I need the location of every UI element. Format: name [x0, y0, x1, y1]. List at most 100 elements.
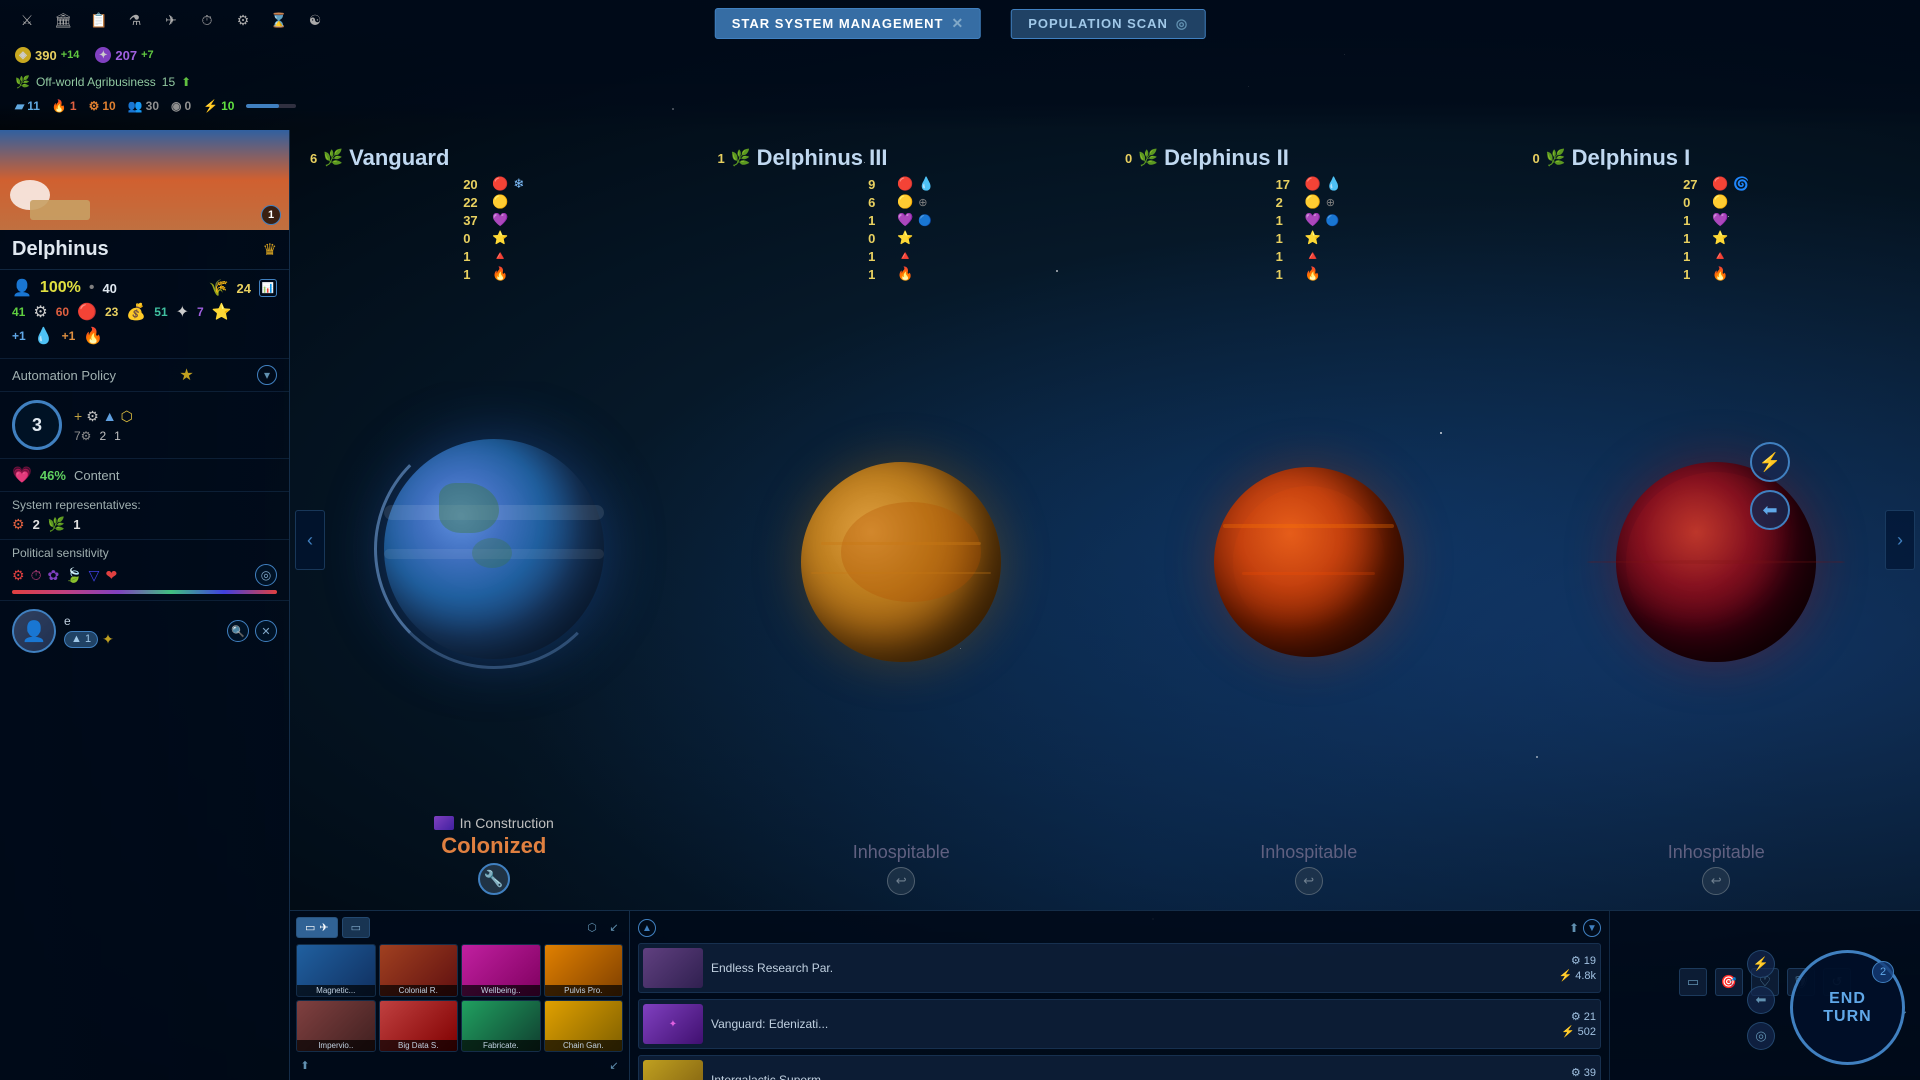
queue-item-4[interactable]: Pulvis Pro. — [544, 944, 624, 997]
queue-section: 3 + ⚙ ▲ ⬡ 7⚙ 2 1 — [0, 391, 289, 458]
ship-icon[interactable]: ✈ — [159, 8, 183, 32]
delphinus1-visual[interactable] — [1616, 282, 1816, 842]
d3-leaf-icon: 🌿 — [731, 148, 751, 168]
res-dust: ▰ 11 — [15, 99, 40, 113]
queue-up-icon: ▲ — [103, 408, 117, 424]
resource-bar — [246, 104, 296, 108]
star-system-management-label: STAR SYSTEM MANAGEMENT — [732, 16, 944, 31]
sidebar: 1 Delphinus ♛ 👤 100% • 40 🌾 24 📊 41 ⚙ 60… — [0, 130, 290, 1080]
close-icon[interactable]: ✕ — [951, 15, 964, 32]
delphinus2-visual[interactable] — [1214, 282, 1404, 842]
planet-col-vanguard: 6 🌿 Vanguard 20🔴❄ 22🟡 37💜 0⭐ 1🔺 1🔥 — [290, 130, 698, 910]
queue-expand-btn[interactable]: ⬡ — [583, 919, 601, 937]
science-icon[interactable]: ⚗ — [123, 8, 147, 32]
notif-title-2: Vanguard: Edenizati... — [711, 1017, 828, 1031]
notif-stats-1: ⚙ 19 ⚡ 4.8k — [1559, 954, 1597, 982]
notif-item-2[interactable]: ✦ Vanguard: Edenizati... ⚙ 21 ⚡ 502 — [638, 999, 1601, 1049]
city-icon[interactable]: 🏛 — [51, 8, 75, 32]
delphinus3-sphere[interactable] — [801, 462, 1001, 662]
queue-item-6[interactable]: Big Data S. — [379, 1000, 459, 1053]
population-scan-btn[interactable]: POPULATION SCAN ◎ — [1011, 9, 1205, 39]
notif-scroll-down[interactable]: ▼ — [1583, 919, 1601, 937]
approval-icon: ⭐ — [212, 302, 232, 322]
d3-back-btn[interactable]: ↩ — [887, 867, 915, 895]
colony-num-badge: 1 — [261, 205, 281, 225]
food-btn[interactable]: 📊 — [259, 279, 277, 297]
end-turn-button[interactable]: END TURN — [1823, 990, 1871, 1026]
level-val: 1 — [85, 633, 91, 645]
wrench-button[interactable]: 🔧 — [478, 863, 510, 895]
act-icon-2[interactable]: 🎯 — [1715, 968, 1743, 996]
rs-icon-1[interactable]: ⚡ — [1750, 442, 1790, 482]
queue-tab-units[interactable]: ▭ — [342, 917, 370, 938]
notif-panel: ▲ ⬆ ▼ Endless Research Par. ⚙ 19 ⚡ 4.8k — [630, 911, 1610, 1080]
star-system-management-btn[interactable]: STAR SYSTEM MANAGEMENT ✕ — [715, 8, 981, 39]
ns2-val: 21 — [1584, 1011, 1596, 1023]
dropdown-icon[interactable]: ▾ — [257, 365, 277, 385]
delphinus2-sphere[interactable] — [1214, 467, 1404, 657]
d1-back-btn[interactable]: ↩ — [1702, 867, 1730, 895]
right-side-icons: ⚡ ⬅ — [1750, 442, 1790, 530]
fire-icon: 🔥 — [83, 326, 103, 346]
rs-icon-2[interactable]: ⬅ — [1750, 490, 1790, 530]
br-circle-icon[interactable]: ◎ — [1747, 1022, 1775, 1050]
delphinus3-name: Delphinus III — [757, 145, 888, 171]
influence-out-val: 51 — [154, 305, 167, 319]
br-lightning-icon[interactable]: ⚡ — [1747, 950, 1775, 978]
nav-left-arrow[interactable]: ‹ — [295, 510, 325, 570]
balance-icon[interactable]: ☯ — [303, 8, 327, 32]
ns3-icon: ⚙ — [1571, 1066, 1581, 1079]
notif-title-3: Intergalactic Superm. — [711, 1073, 824, 1080]
queue-bottom-left[interactable]: ↙ — [605, 1056, 623, 1074]
act-icon-1[interactable]: ▭ — [1679, 968, 1707, 996]
report-icon[interactable]: 📋 — [87, 8, 111, 32]
qi-7-label: Fabricate. — [462, 1040, 540, 1051]
colonized-text: Colonized — [434, 833, 554, 859]
queue-item-8[interactable]: Chain Gan. — [544, 1000, 624, 1053]
queue-item-7[interactable]: Fabricate. — [461, 1000, 541, 1053]
queue-item-2[interactable]: Colonial R. — [379, 944, 459, 997]
polsens-icon-1: ⚙ — [12, 567, 25, 584]
bottom-panel: ▭✈ ▭ ⬡ ↙ Magnetic... Colonial R. — [290, 910, 1920, 1080]
hourglass-icon[interactable]: ⌛ — [267, 8, 291, 32]
notif-arrow-icon: ⬆ — [1569, 921, 1579, 935]
delphinus3-visual[interactable] — [801, 282, 1001, 842]
br-arrow-icon[interactable]: ⬅ — [1747, 986, 1775, 1014]
notif-item-3[interactable]: Intergalactic Superm. ⚙ 39 ⚡ 4.6k — [638, 1055, 1601, 1080]
queue-item-3[interactable]: Wellbeing.. — [461, 944, 541, 997]
star-btn[interactable]: ★ — [179, 365, 193, 385]
colony-thumbnail: 1 — [0, 130, 289, 230]
sysrep-leaf-val: 1 — [73, 517, 80, 532]
nav-right-arrow[interactable]: › — [1885, 510, 1915, 570]
et-counter: 2 — [1872, 961, 1894, 983]
sword-icon[interactable]: ⚔ — [15, 8, 39, 32]
settings-icon[interactable]: ⚙ — [231, 8, 255, 32]
notif-item-1[interactable]: Endless Research Par. ⚙ 19 ⚡ 4.8k — [638, 943, 1601, 993]
leader-search-btn[interactable]: 🔍 — [227, 620, 249, 642]
notif-scroll-up[interactable]: ▲ — [638, 919, 656, 937]
queue-tab-buildings[interactable]: ▭✈ — [296, 917, 338, 938]
delphinus3-name-row: 1 🌿 Delphinus III — [718, 145, 1086, 171]
happiness-row: 💗 46% Content — [0, 458, 289, 491]
queue-item-1[interactable]: Magnetic... — [296, 944, 376, 997]
res-zero: ◉ 0 — [171, 99, 191, 113]
queue-collapse-btn[interactable]: ↙ — [605, 919, 623, 937]
queue-item-5[interactable]: Impervio.. — [296, 1000, 376, 1053]
sysrep-row: System representatives: ⚙ 2 🌿 1 — [0, 491, 289, 539]
timer-icon[interactable]: ⏱ — [195, 8, 219, 32]
polsens-icon-5: ▽ — [89, 567, 100, 584]
queue-bottom-expand[interactable]: ⬆ — [296, 1056, 314, 1074]
res-lightning: ⚡ 10 — [203, 99, 234, 113]
ns1-val2: 4.8k — [1575, 970, 1596, 982]
vanguard-visual[interactable] — [384, 282, 604, 815]
d2-leaf-icon: 🌿 — [1138, 148, 1158, 168]
d1-leaf-icon: 🌿 — [1546, 148, 1566, 168]
polsens-detail-btn[interactable]: ◎ — [255, 564, 277, 586]
sysrep-items: ⚙ 2 🌿 1 — [12, 516, 277, 533]
ns2-icon2: ⚡ — [1561, 1025, 1575, 1038]
influence-icon: ✦ — [95, 47, 111, 63]
queue-grid: Magnetic... Colonial R. Wellbeing.. Pulv… — [296, 944, 623, 1052]
d2-back-btn[interactable]: ↩ — [1295, 867, 1323, 895]
leader-close-btn[interactable]: ✕ — [255, 620, 277, 642]
vanguard-sphere[interactable] — [384, 439, 604, 659]
